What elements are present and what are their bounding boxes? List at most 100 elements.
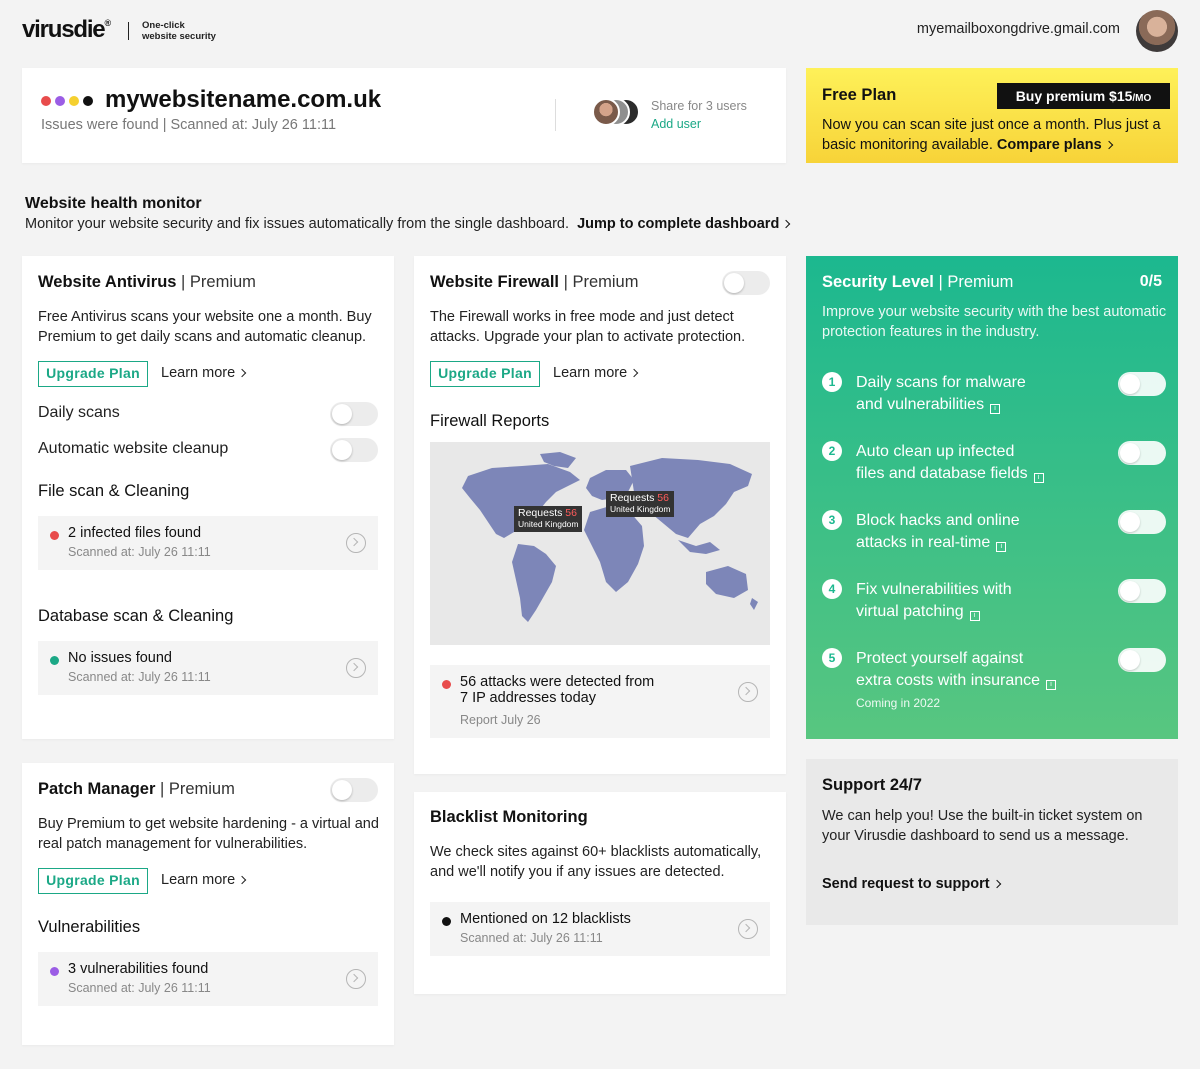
free-plan-text: Now you can scan site just once a month.… [822, 116, 1172, 155]
feature-line-1: Protect yourself against [856, 650, 1024, 667]
learn-more-link[interactable]: Learn more [161, 365, 247, 381]
site-subtitle: Issues were found | Scanned at: July 26 … [41, 117, 337, 133]
buy-premium-unit: /MO [1132, 93, 1152, 104]
feature-number: 3 [822, 510, 842, 530]
upgrade-plan-button[interactable]: Upgrade Plan [38, 868, 148, 894]
patch-manager-tier: | Premium [159, 780, 235, 798]
buy-premium-label: Buy premium $15 [1015, 88, 1133, 104]
status-dot-purple [50, 967, 59, 976]
support-card: Support 24/7 We can help you! Use the bu… [806, 759, 1178, 925]
upgrade-plan-button[interactable]: Upgrade Plan [430, 361, 540, 387]
status-dot-yellow [69, 96, 79, 106]
chevron-right-circle-icon[interactable] [346, 969, 366, 989]
chevron-right-circle-icon[interactable] [346, 533, 366, 553]
australia-shape [706, 566, 748, 598]
feature-toggle[interactable] [1118, 441, 1166, 465]
tooltip-count: 56 [565, 507, 577, 519]
patch-manager-description: Buy Premium to get website hardening - a… [38, 816, 379, 852]
buy-premium-button[interactable]: Buy premium $15/MO [997, 83, 1170, 109]
blacklist-status[interactable]: Mentioned on 12 blacklists Scanned at: J… [430, 902, 770, 956]
file-scan-timestamp: Scanned at: July 26 11:11 [68, 545, 211, 559]
tooltip-label: Requests [518, 507, 563, 519]
daily-scans-toggle[interactable] [330, 402, 378, 426]
feature-text: Protect yourself against extra costs with… [856, 648, 1086, 692]
compare-plans-label: Compare plans [996, 136, 1102, 153]
firewall-toggle[interactable] [722, 271, 770, 295]
info-icon[interactable]: i [996, 542, 1007, 552]
tooltip-count: 56 [657, 492, 669, 504]
status-dot-purple [55, 96, 65, 106]
logo-divider [128, 22, 129, 40]
requests-tooltip: Requests 56 United Kingdom [514, 506, 583, 532]
south-america-shape [512, 544, 556, 622]
feature-toggle[interactable] [1118, 648, 1166, 672]
free-plan-banner: Free Plan Buy premium $15/MO Now you can… [806, 68, 1178, 163]
status-dots [41, 96, 93, 106]
patch-manager-toggle[interactable] [330, 778, 378, 802]
status-dot-red [41, 96, 51, 106]
feature-toggle[interactable] [1118, 579, 1166, 603]
vulnerabilities-status[interactable]: 3 vulnerabilities found Scanned at: July… [38, 952, 378, 1006]
learn-more-link[interactable]: Learn more [161, 872, 247, 888]
security-level-description: Improve your website security with the b… [822, 304, 1167, 340]
site-name[interactable]: mywebsitename.com.uk [105, 86, 381, 114]
firewall-title: Website Firewall | Premium [430, 273, 638, 292]
blacklist-status-text: Mentioned on 12 blacklists [460, 911, 631, 927]
upgrade-plan-button[interactable]: Upgrade Plan [38, 361, 148, 387]
chevron-right-icon [782, 219, 791, 229]
health-monitor-title: Website health monitor [25, 195, 202, 212]
send-request-link[interactable]: Send request to support [822, 875, 1001, 895]
firewall-description: The Firewall works in free mode and just… [430, 309, 746, 345]
security-score: 0/5 [1139, 273, 1162, 290]
database-scan-title: Database scan & Cleaning [38, 607, 234, 625]
southeast-asia-shape [678, 540, 720, 554]
share-text: Share for 3 users [651, 99, 747, 113]
feature-line-2: files and database fields [856, 465, 1028, 482]
feature-toggle[interactable] [1118, 510, 1166, 534]
learn-more-link[interactable]: Learn more [553, 365, 639, 381]
shared-users-avatars[interactable] [592, 98, 640, 128]
world-map[interactable]: Requests 56 United Kingdom Requests 56 Uni… [430, 442, 770, 645]
firewall-status[interactable]: 56 attacks were detected from 7 IP addres… [430, 665, 770, 738]
virusdie-logo[interactable]: virusdie® [22, 16, 111, 44]
africa-shape [584, 506, 644, 592]
blacklist-description: We check sites against 60+ blacklists au… [430, 844, 762, 880]
file-scan-status[interactable]: 2 infected files found Scanned at: July … [38, 516, 378, 570]
user-avatar[interactable] [1136, 10, 1178, 52]
chevron-right-circle-icon[interactable] [738, 682, 758, 702]
shared-user-avatar [592, 98, 620, 126]
automatic-cleanup-label: Automatic website cleanup [38, 440, 229, 457]
info-icon[interactable]: i [1046, 680, 1057, 690]
feature-number: 5 [822, 648, 842, 668]
support-description: We can help you! Use the built-in ticket… [822, 808, 1143, 844]
security-level-tier: | Premium [938, 273, 1014, 291]
info-icon[interactable]: i [969, 611, 980, 621]
tooltip-country: United Kingdom [610, 504, 671, 514]
database-scan-status[interactable]: No issues found Scanned at: July 26 11:1… [38, 641, 378, 695]
chevron-right-circle-icon[interactable] [738, 919, 758, 939]
antivirus-card: Website Antivirus | Premium Free Antivir… [22, 256, 394, 739]
feature-toggle[interactable] [1118, 372, 1166, 396]
patch-manager-title-text: Patch Manager [38, 780, 156, 798]
feature-line-2: attacks in real-time [856, 534, 991, 551]
new-zealand-shape [750, 598, 758, 610]
feature-text: Auto clean up infected files and database… [856, 441, 1086, 485]
feature-line-2: extra costs with insurance [856, 672, 1041, 689]
chevron-right-icon [1104, 140, 1113, 149]
firewall-tier: | Premium [563, 273, 639, 291]
info-icon[interactable]: i [990, 404, 1001, 414]
jump-dashboard-link[interactable]: Jump to complete dashboard [577, 216, 791, 232]
chevron-right-circle-icon[interactable] [346, 658, 366, 678]
tagline: One-click website security [142, 20, 216, 42]
feature-number: 4 [822, 579, 842, 599]
status-dot-green [50, 656, 59, 665]
support-title-text: Support 24/7 [822, 776, 922, 794]
vulnerabilities-title: Vulnerabilities [38, 918, 141, 936]
account-email[interactable]: myemailboxongdrive.gmail.com [917, 21, 1120, 37]
automatic-cleanup-toggle[interactable] [330, 438, 378, 462]
info-icon[interactable]: i [1033, 473, 1044, 483]
add-user-link[interactable]: Add user [651, 117, 701, 131]
antivirus-description: Free Antivirus scans your website one a … [38, 309, 372, 345]
compare-plans-link[interactable]: Compare plans [996, 136, 1113, 153]
firewall-status-line-1: 56 attacks were detected from [460, 674, 655, 690]
